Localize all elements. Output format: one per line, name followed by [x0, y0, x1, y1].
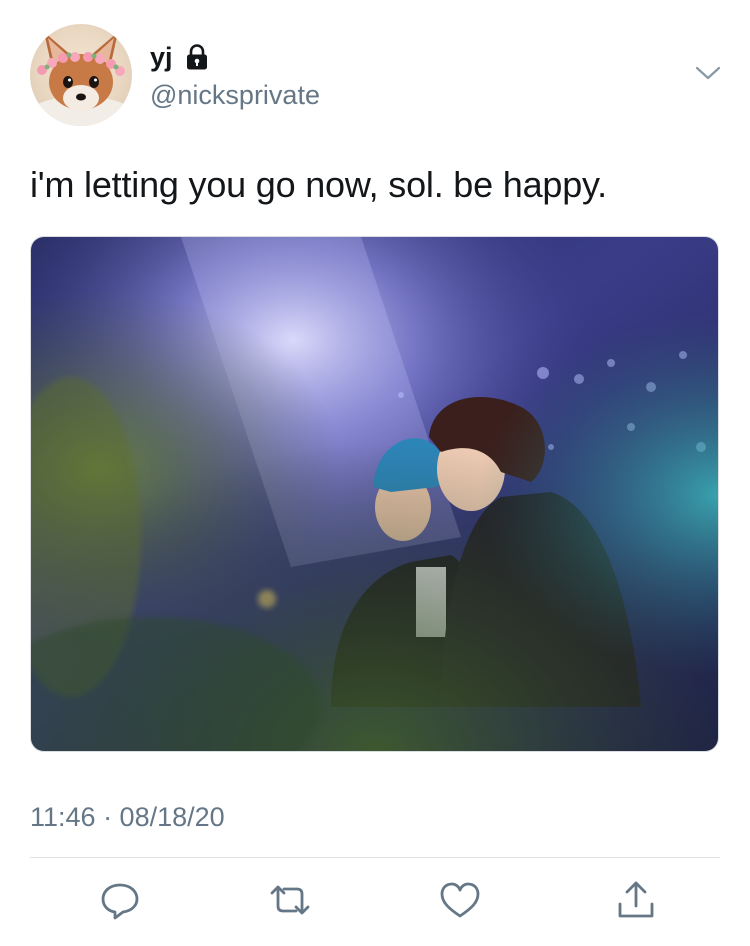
tweet-photo[interactable] — [30, 236, 719, 752]
reply-icon[interactable] — [96, 878, 144, 922]
avatar[interactable] — [30, 24, 132, 126]
retweet-icon[interactable] — [266, 878, 314, 922]
tweet-timestamp[interactable]: 11:46 · 08/18/20 — [30, 802, 225, 833]
tweet-text: i'm letting you go now, sol. be happy. — [30, 164, 607, 205]
chevron-down-icon[interactable] — [694, 62, 722, 84]
divider — [30, 857, 720, 858]
concert-photo-image — [31, 237, 718, 751]
share-icon[interactable] — [612, 878, 660, 922]
lock-icon — [185, 44, 209, 70]
user-handle[interactable]: @nicksprivate — [150, 80, 320, 111]
fox-avatar-image — [30, 32, 132, 126]
display-name[interactable]: yj — [150, 42, 173, 73]
heart-icon[interactable] — [436, 878, 484, 922]
